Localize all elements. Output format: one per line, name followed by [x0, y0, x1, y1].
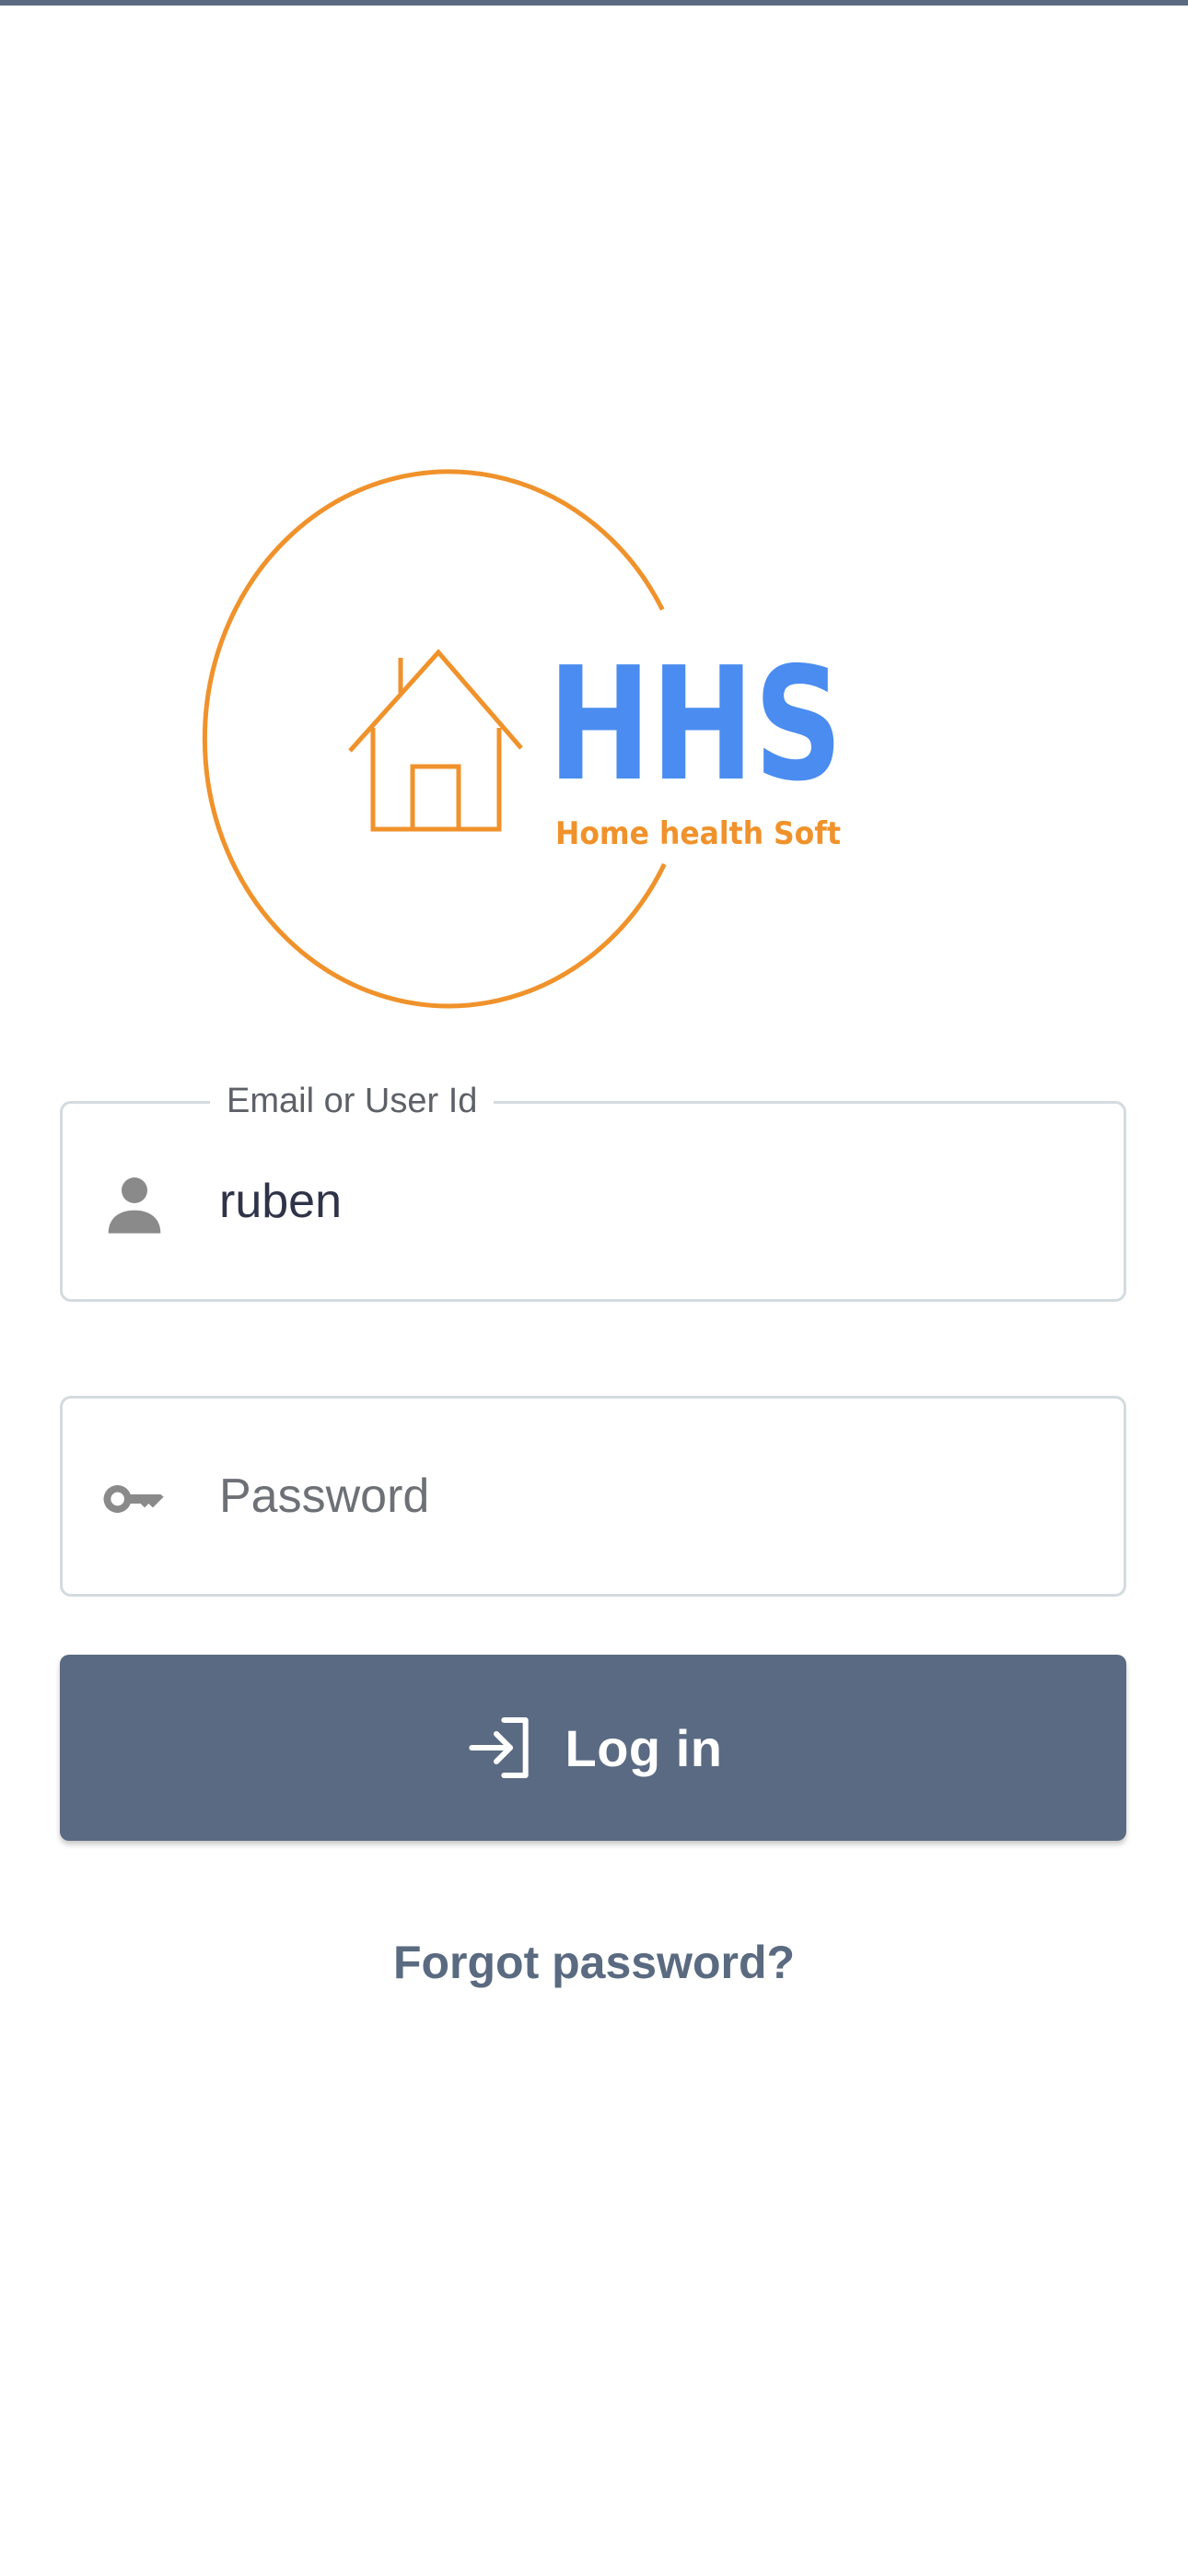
login-screen: HHS Home health Soft Email or User Id ru… — [0, 0, 1188, 2576]
password-input[interactable] — [219, 1399, 1096, 1594]
email-input[interactable] — [219, 1104, 1096, 1299]
password-field[interactable] — [60, 1396, 1126, 1597]
hhs-logo-graphic: HHS Home health Soft — [202, 469, 843, 1009]
login-arrow-icon — [464, 1711, 538, 1785]
logo-subtitle: Home health Soft — [555, 815, 841, 852]
logo-title: HHS — [548, 634, 843, 816]
email-field[interactable]: Email or User Id — [60, 1076, 1126, 1302]
login-button-label: Log in — [565, 1718, 723, 1777]
person-icon — [98, 1167, 171, 1241]
status-bar-strip — [0, 0, 1188, 6]
key-icon — [98, 1462, 171, 1536]
house-icon — [348, 649, 523, 832]
hhs-logo: HHS Home health Soft — [184, 461, 884, 1013]
login-button[interactable]: Log in — [60, 1655, 1126, 1841]
forgot-password-link[interactable]: Forgot password? — [0, 1930, 1188, 1995]
